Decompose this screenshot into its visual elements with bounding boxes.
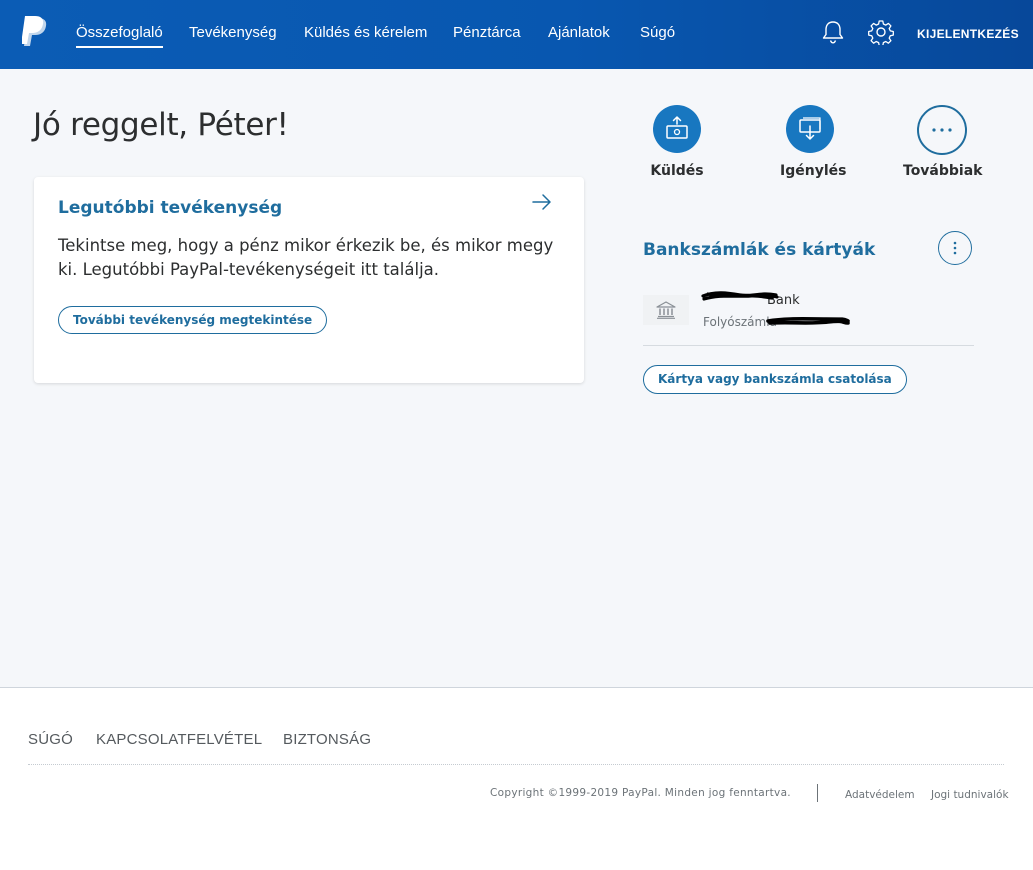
- kebab-menu-icon[interactable]: [938, 231, 972, 265]
- send-money-icon[interactable]: [653, 105, 701, 153]
- page-title: Jó reggelt, Péter!: [33, 107, 289, 143]
- paypal-logo[interactable]: [22, 16, 48, 48]
- nav-item-help[interactable]: Súgó: [640, 24, 675, 41]
- nav-item-send-request[interactable]: Küldés és kérelem: [304, 24, 427, 41]
- footer-contact-link[interactable]: KAPCSOLATFELVÉTEL: [96, 731, 262, 748]
- recent-activity-description: Tekintse meg, hogy a pénz mikor érkezik …: [58, 236, 554, 279]
- send-action[interactable]: Küldés: [647, 105, 707, 179]
- legal-link[interactable]: Jogi tudnivalók: [931, 789, 1009, 801]
- bank-account-type: Folyószámla: [703, 315, 777, 329]
- request-action-label: Igénylés: [780, 163, 847, 179]
- view-more-activity-button[interactable]: További tevékenység megtekintése: [58, 306, 328, 334]
- footer-help-link[interactable]: SÚGÓ: [28, 731, 73, 748]
- bank-name: Bank: [767, 293, 800, 308]
- nav-item-activity[interactable]: Tevékenység: [189, 24, 277, 41]
- copyright-text: Copyright ©1999-2019 PayPal. Minden jog …: [490, 787, 791, 799]
- main-content: Jó reggelt, Péter! Legutóbbi tevékenység…: [0, 69, 1033, 688]
- recent-activity-card: Legutóbbi tevékenység Tekintse meg, hogy…: [34, 177, 584, 383]
- more-dots-icon[interactable]: [917, 105, 967, 155]
- privacy-link[interactable]: Adatvédelem: [845, 789, 915, 801]
- recent-activity-title[interactable]: Legutóbbi tevékenység: [58, 198, 282, 218]
- bell-icon[interactable]: [820, 19, 846, 45]
- request-money-icon[interactable]: [786, 105, 834, 153]
- footer-separator: [817, 784, 818, 802]
- link-card-or-bank-button[interactable]: Kártya vagy bankszámla csatolása: [643, 365, 907, 394]
- arrow-right-icon[interactable]: [531, 191, 553, 213]
- request-action[interactable]: Igénylés: [780, 105, 847, 179]
- more-action[interactable]: Továbbiak: [903, 105, 983, 179]
- bank-icon: [643, 295, 689, 325]
- nav-item-offers[interactable]: Ajánlatok: [548, 24, 610, 41]
- footer-divider: [28, 764, 1004, 765]
- logout-link[interactable]: KIJELENTKEZÉS: [917, 27, 1019, 41]
- divider: [643, 345, 974, 346]
- nav-item-summary[interactable]: Összefoglaló: [76, 24, 163, 48]
- more-action-label: Továbbiak: [903, 163, 983, 179]
- top-navigation-bar: Összefoglaló Tevékenység Küldés és kérel…: [0, 0, 1033, 69]
- send-action-label: Küldés: [650, 163, 704, 179]
- bank-account-item[interactable]: Bank Folyószámla: [643, 293, 974, 345]
- bank-accounts-title: Bankszámlák és kártyák: [643, 240, 876, 260]
- footer-security-link[interactable]: BIZTONSÁG: [283, 731, 371, 748]
- gear-icon[interactable]: [868, 19, 894, 45]
- nav-item-wallet[interactable]: Pénztárca: [453, 24, 521, 41]
